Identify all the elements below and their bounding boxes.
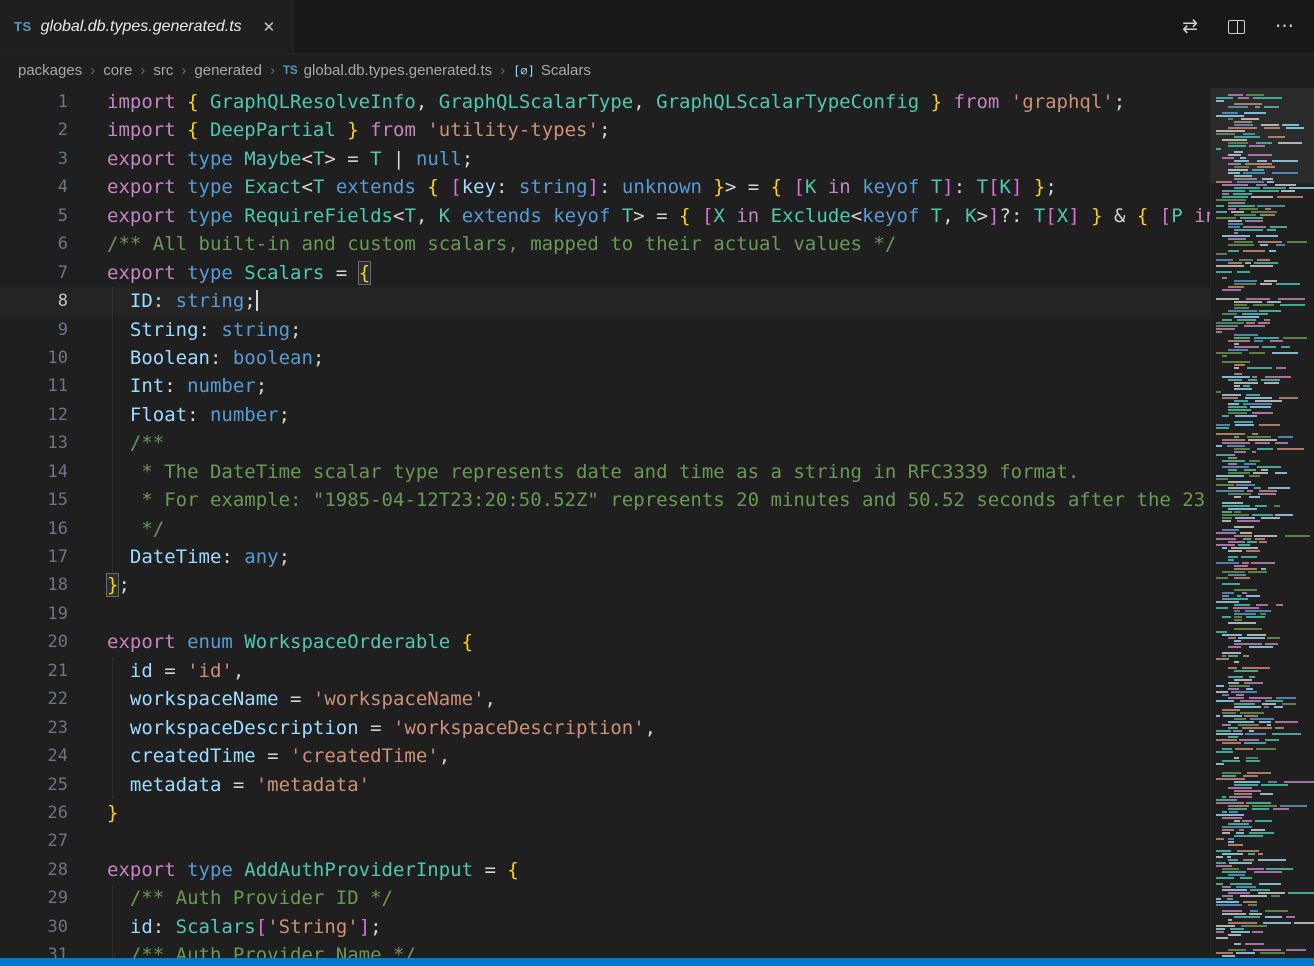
code-line[interactable]: 5export type RequireFields<T, K extends … (0, 202, 1210, 230)
breadcrumb-symbol-label: Scalars (541, 62, 591, 79)
line-number[interactable]: 9 (0, 316, 68, 344)
code-line[interactable]: 22 workspaceName = 'workspaceName', (0, 685, 1210, 713)
chevron-right-icon: › (270, 62, 275, 79)
line-number[interactable]: 13 (0, 429, 68, 457)
split-editor-glyph (1228, 20, 1245, 34)
code-line[interactable]: 31 /** Auth Provider Name */ (0, 941, 1210, 958)
line-number[interactable]: 28 (0, 856, 68, 884)
status-bar[interactable] (0, 958, 1314, 966)
code-line[interactable]: 20export enum WorkspaceOrderable { (0, 628, 1210, 656)
line-number[interactable]: 12 (0, 401, 68, 429)
line-number[interactable]: 14 (0, 458, 68, 486)
line-number[interactable]: 8 (0, 287, 68, 315)
tab-title: global.db.types.generated.ts (41, 18, 242, 36)
chevron-right-icon: › (181, 62, 186, 79)
line-number[interactable]: 31 (0, 941, 68, 958)
close-tab-icon[interactable]: ✕ (259, 16, 280, 38)
symbol-type-icon: [∅] (513, 64, 535, 78)
line-number[interactable]: 4 (0, 173, 68, 201)
line-number[interactable]: 10 (0, 344, 68, 372)
indent-guide (112, 885, 113, 958)
line-number[interactable]: 19 (0, 600, 68, 628)
line-number[interactable]: 1 (0, 88, 68, 116)
chevron-right-icon: › (90, 62, 95, 79)
line-number[interactable]: 21 (0, 657, 68, 685)
code-line[interactable]: 24 createdTime = 'createdTime', (0, 742, 1210, 770)
code-line[interactable]: 4export type Exact<T extends { [key: str… (0, 173, 1210, 201)
code-line[interactable]: 29 /** Auth Provider ID */ (0, 884, 1210, 912)
chevron-right-icon: › (500, 62, 505, 79)
code-line[interactable]: 1import { GraphQLResolveInfo, GraphQLSca… (0, 88, 1210, 116)
more-actions-icon[interactable]: ⋯ (1275, 15, 1294, 38)
line-number[interactable]: 26 (0, 799, 68, 827)
line-number[interactable]: 18 (0, 571, 68, 599)
code-line[interactable]: 23 workspaceDescription = 'workspaceDesc… (0, 714, 1210, 742)
code-line[interactable]: 16 */ (0, 515, 1210, 543)
code-line[interactable]: 18}; (0, 571, 1210, 599)
breadcrumb-item-symbol[interactable]: [∅] Scalars (513, 62, 591, 79)
line-number[interactable]: 11 (0, 372, 68, 400)
line-number[interactable]: 20 (0, 628, 68, 656)
line-number[interactable]: 3 (0, 145, 68, 173)
code-line[interactable]: 8 ID: string; (0, 287, 1210, 315)
open-changes-icon[interactable]: ⇄ (1182, 15, 1198, 38)
breadcrumb-item-packages[interactable]: packages (18, 62, 82, 79)
line-number[interactable]: 16 (0, 515, 68, 543)
line-number[interactable]: 27 (0, 827, 68, 855)
editor-tab[interactable]: TS global.db.types.generated.ts ✕ (0, 0, 294, 53)
text-cursor (256, 290, 258, 311)
code-line[interactable]: 27 (0, 827, 1210, 855)
indent-guide (112, 287, 113, 572)
tab-bar: TS global.db.types.generated.ts ✕ ⇄ ⋯ (0, 0, 1314, 54)
breadcrumb: packages › core › src › generated › TS g… (0, 54, 1314, 87)
editor-actions: ⇄ ⋯ (1182, 0, 1314, 53)
code-line[interactable]: 10 Boolean: boolean; (0, 344, 1210, 372)
line-number[interactable]: 29 (0, 884, 68, 912)
breadcrumb-item-file[interactable]: TS global.db.types.generated.ts (283, 62, 492, 79)
code-line[interactable]: 19 (0, 600, 1210, 628)
code-line[interactable]: 11 Int: number; (0, 372, 1210, 400)
breadcrumb-item-generated[interactable]: generated (194, 62, 262, 79)
line-number[interactable]: 6 (0, 230, 68, 258)
code-line[interactable]: 26} (0, 799, 1210, 827)
line-number[interactable]: 2 (0, 116, 68, 144)
code-line[interactable]: 13 /** (0, 429, 1210, 457)
code-line[interactable]: 2import { DeepPartial } from 'utility-ty… (0, 116, 1210, 144)
chevron-right-icon: › (140, 62, 145, 79)
code-line[interactable]: 15 * For example: "1985-04-12T23:20:50.5… (0, 486, 1210, 514)
line-number[interactable]: 23 (0, 714, 68, 742)
code-line[interactable]: 9 String: string; (0, 316, 1210, 344)
line-number[interactable]: 30 (0, 913, 68, 941)
line-number[interactable]: 5 (0, 202, 68, 230)
code-line[interactable]: 12 Float: number; (0, 401, 1210, 429)
line-number[interactable]: 17 (0, 543, 68, 571)
typescript-file-icon: TS (283, 65, 298, 77)
typescript-file-icon: TS (14, 19, 32, 34)
code-line[interactable]: 6/** All built-in and custom scalars, ma… (0, 230, 1210, 258)
code-line[interactable]: 28export type AddAuthProviderInput = { (0, 856, 1210, 884)
line-number[interactable]: 25 (0, 771, 68, 799)
breadcrumb-item-src[interactable]: src (153, 62, 173, 79)
line-number[interactable]: 15 (0, 486, 68, 514)
split-editor-icon[interactable] (1228, 20, 1245, 34)
breadcrumb-file-label: global.db.types.generated.ts (304, 62, 492, 79)
code-line[interactable]: 25 metadata = 'metadata' (0, 771, 1210, 799)
code-line[interactable]: 7export type Scalars = { (0, 259, 1210, 287)
editor: 1import { GraphQLResolveInfo, GraphQLSca… (0, 88, 1314, 958)
line-number[interactable]: 24 (0, 742, 68, 770)
code-line[interactable]: 14 * The DateTime scalar type represents… (0, 458, 1210, 486)
code-area[interactable]: 1import { GraphQLResolveInfo, GraphQLSca… (0, 88, 1210, 958)
breadcrumb-item-core[interactable]: core (103, 62, 132, 79)
minimap[interactable] (1210, 88, 1314, 958)
code-line[interactable]: 3export type Maybe<T> = T | null; (0, 145, 1210, 173)
code-line[interactable]: 17 DateTime: any; (0, 543, 1210, 571)
line-number[interactable]: 22 (0, 685, 68, 713)
code-line[interactable]: 30 id: Scalars['String']; (0, 913, 1210, 941)
indent-guide (112, 657, 113, 799)
code-line[interactable]: 21 id = 'id', (0, 657, 1210, 685)
line-number[interactable]: 7 (0, 259, 68, 287)
